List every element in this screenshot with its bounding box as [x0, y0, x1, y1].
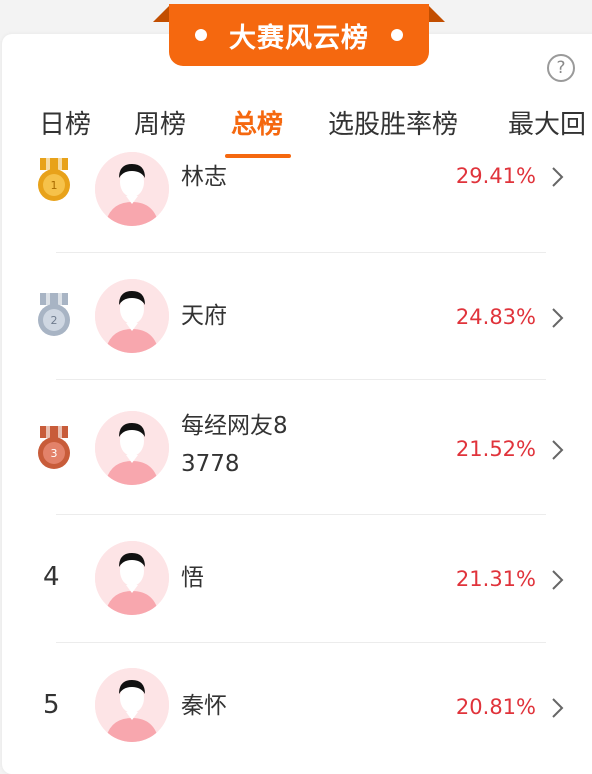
page-title: 大赛风云榜	[229, 22, 369, 54]
chevron-right-icon[interactable]	[550, 166, 564, 188]
user-name: 天府	[181, 303, 227, 329]
list-item[interactable]: 3 每经网友83778 21.52%	[0, 380, 592, 515]
list-item[interactable]: 5 秦怀 20.81%	[0, 643, 592, 758]
silver-medal-icon: 2	[38, 293, 70, 336]
dot-icon	[195, 29, 207, 41]
tab-win-rate[interactable]: 选股胜率榜	[328, 104, 458, 141]
tab-daily[interactable]: 日榜	[39, 104, 91, 141]
user-name: 悟	[181, 565, 204, 591]
avatar[interactable]	[95, 411, 169, 485]
medal-rank-label: 2	[51, 314, 58, 327]
chevron-right-icon[interactable]	[550, 439, 564, 461]
gold-medal-icon: 1	[38, 158, 70, 201]
return-rate: 21.52%	[455, 437, 536, 461]
avatar[interactable]	[95, 279, 169, 353]
chevron-right-icon[interactable]	[550, 307, 564, 329]
avatar[interactable]	[95, 541, 169, 615]
list-item[interactable]: 4 悟 21.31%	[0, 515, 592, 643]
user-name: 每经网友83778	[181, 413, 288, 477]
list-item[interactable]: 2 天府 24.83%	[0, 253, 592, 380]
tab-total[interactable]: 总榜	[231, 104, 283, 141]
return-rate: 29.41%	[455, 164, 536, 188]
help-icon[interactable]: ?	[547, 54, 575, 82]
medal-rank-label: 1	[51, 179, 58, 192]
avatar[interactable]	[95, 668, 169, 742]
rank-number: 5	[43, 690, 60, 720]
ranking-list: 1 林志 29.41% 2 天府 24.83% 3 每经网友83778 21.5…	[0, 150, 592, 758]
user-name: 秦怀	[181, 693, 227, 719]
dot-icon	[391, 29, 403, 41]
rank-number: 4	[43, 562, 60, 592]
return-rate: 24.83%	[455, 305, 536, 329]
return-rate: 20.81%	[455, 695, 536, 719]
user-avatar-icon	[95, 152, 169, 226]
tab-max-drawdown[interactable]: 最大回	[508, 104, 586, 141]
user-avatar-icon	[95, 668, 169, 742]
tab-weekly[interactable]: 周榜	[134, 104, 186, 141]
chevron-right-icon[interactable]	[550, 697, 564, 719]
user-avatar-icon	[95, 411, 169, 485]
return-rate: 21.31%	[455, 567, 536, 591]
ribbon-body: 大赛风云榜	[169, 4, 429, 66]
bronze-medal-icon: 3	[38, 426, 70, 469]
ribbon-ear-right	[427, 4, 445, 22]
user-name: 林志	[181, 164, 227, 190]
user-avatar-icon	[95, 279, 169, 353]
list-item[interactable]: 1 林志 29.41%	[0, 150, 592, 253]
user-avatar-icon	[95, 541, 169, 615]
header-ribbon: 大赛风云榜	[153, 4, 445, 66]
medal-rank-label: 3	[51, 447, 58, 460]
avatar[interactable]	[95, 152, 169, 226]
chevron-right-icon[interactable]	[550, 569, 564, 591]
